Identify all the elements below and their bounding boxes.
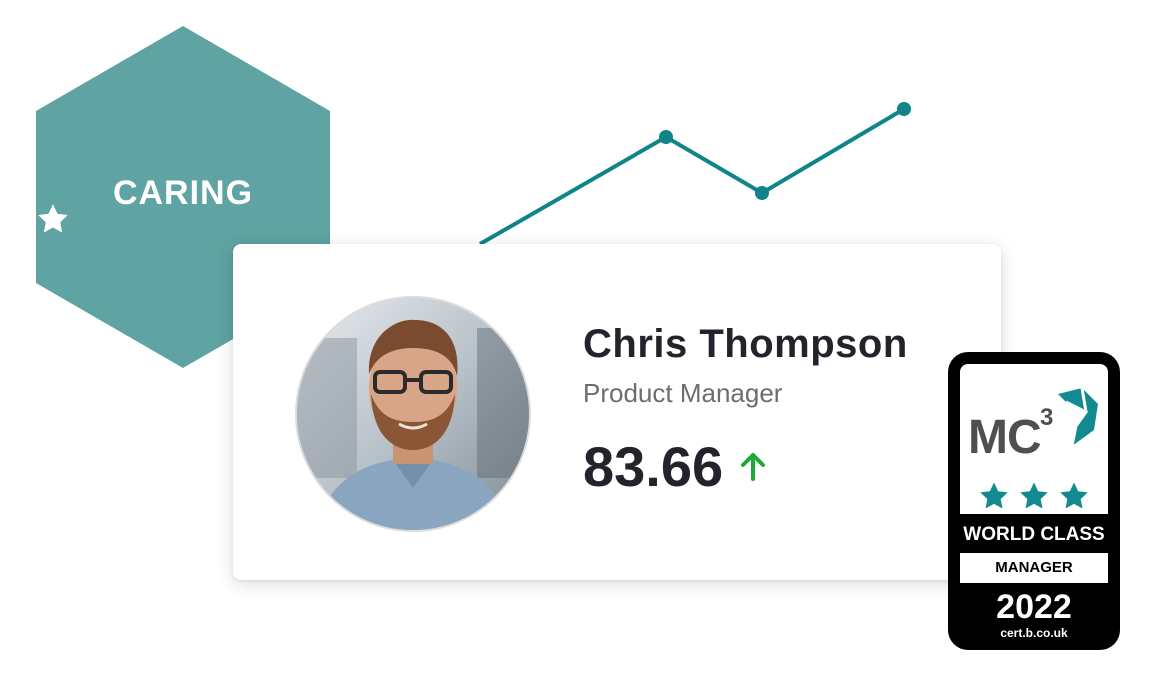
star-icon [1020,482,1048,509]
star-icon [1060,482,1088,509]
certification-logo-text: MC [968,411,1042,464]
trend-line [479,107,906,246]
certification-logo-panel: MC 3 [960,364,1108,514]
arrow-up-icon [741,452,766,481]
trend-point [897,102,911,116]
profile-score: 83.66 [583,435,724,498]
avatar [295,296,531,532]
trend-point [755,186,769,200]
certification-star-rating [960,480,1108,512]
certification-role: MANAGER [960,553,1108,583]
profile-name: Chris Thompson [583,322,908,366]
certification-year: 2022 [996,588,1072,626]
profile-role: Product Manager [583,378,783,408]
star-icon [980,482,1008,509]
certification-url: cert.b.co.uk [1000,626,1068,640]
avatar-photo [297,298,529,530]
certification-badge: MC 3 WORLD CLASS MANAGER 2022 cert.b.co.… [948,352,1120,650]
profile-card: Chris Thompson Product Manager 83.66 [233,244,1001,580]
certification-rank: WORLD CLASS [963,524,1105,545]
mc3-logo-icon [1058,387,1098,447]
star-icon [38,204,68,233]
trend-point [659,130,673,144]
score-row: 83.66 [583,434,769,499]
hexagon-label: CARING [112,174,254,212]
